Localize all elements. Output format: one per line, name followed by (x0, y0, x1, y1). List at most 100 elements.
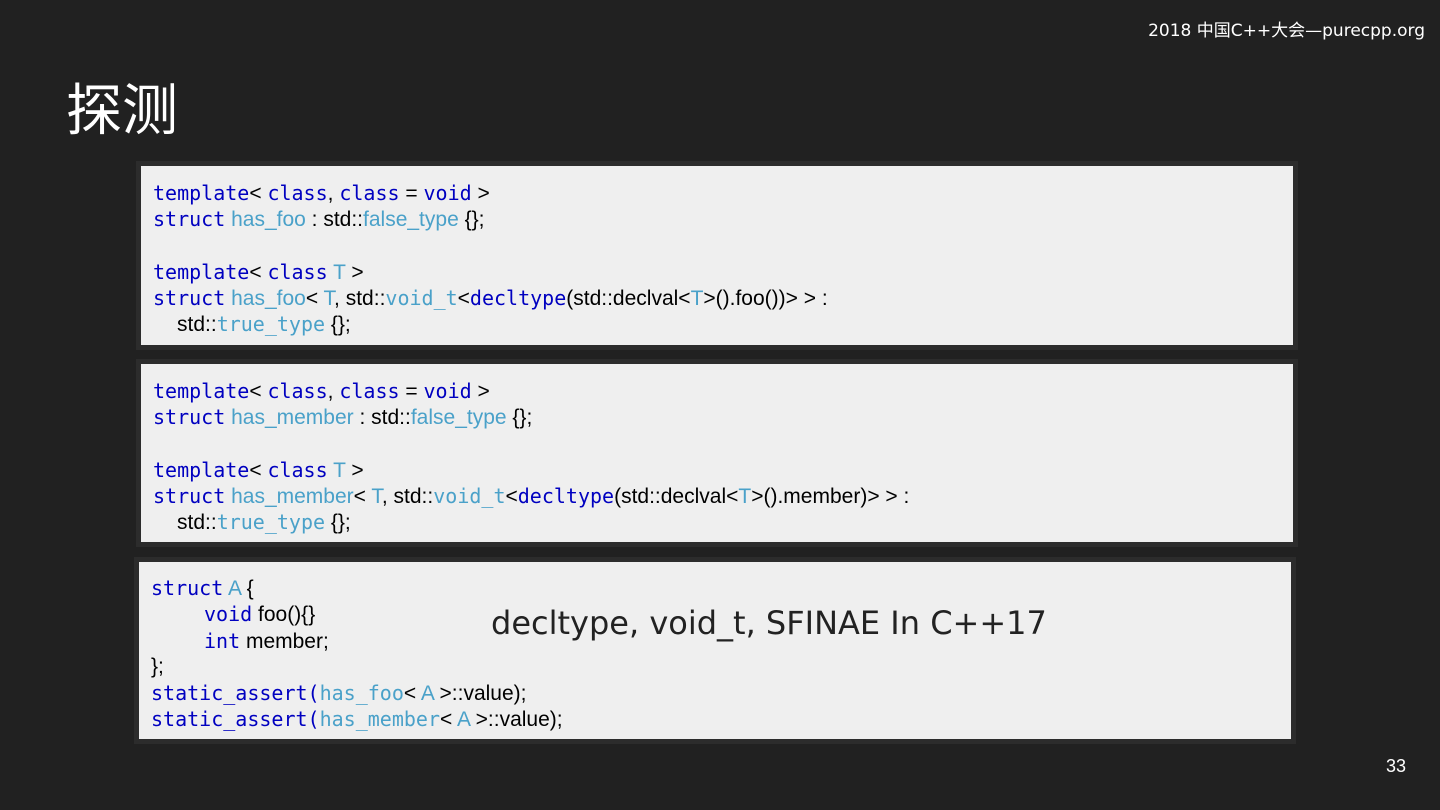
code-text: : std:: (353, 406, 411, 430)
code-line: std::true_type {}; (153, 311, 828, 337)
code-text: >().foo())> > : (703, 287, 828, 311)
keyword: class (267, 181, 328, 205)
code-line: }; (151, 654, 563, 680)
keyword: int (204, 628, 241, 653)
code-text: {}; (506, 406, 533, 430)
code-text: < (440, 708, 457, 732)
code-text: > (471, 380, 490, 403)
code-line: struct has_foo< T, std::void_t<decltype(… (153, 285, 828, 311)
code-text: < (249, 182, 268, 205)
code-text: , std:: (381, 485, 434, 509)
code-line: template< class, class = void > (153, 378, 909, 404)
code-block-has-foo: template< class, class = void > struct h… (136, 161, 1298, 350)
keyword: struct (153, 484, 226, 509)
type-name: has_member (231, 406, 354, 430)
type-name: A (420, 682, 434, 706)
keyword: class (267, 379, 328, 403)
code-text: > (345, 458, 364, 482)
code-text: member; (240, 629, 329, 653)
code-listing: struct A { void foo(){} int member; }; s… (151, 575, 563, 733)
code-text: {}; (325, 313, 351, 337)
code-text: {}; (325, 511, 351, 535)
event-header: 2018 中国C++大会—purecpp.org (1148, 21, 1425, 41)
type-name: T (333, 458, 346, 482)
code-text: (std::declval< (614, 485, 739, 509)
type-name: has_foo (231, 208, 306, 232)
code-caption: decltype, void_t, SFINAE In C++17 (491, 604, 1047, 642)
code-text: std:: (177, 313, 217, 337)
slide-title: 探测 (66, 79, 178, 144)
code-text: , std:: (334, 287, 386, 311)
code-text: { (240, 577, 254, 600)
type-name: has_foo (319, 681, 404, 706)
code-line: struct A { (151, 575, 563, 601)
keyword: struct (151, 576, 224, 600)
type-name: has_foo (231, 287, 306, 311)
type-name: false_type (363, 208, 459, 232)
code-text: >().member)> > : (751, 485, 910, 509)
type-name: true_type (216, 312, 326, 337)
type-name: false_type (410, 406, 507, 430)
code-line: template< class, class = void > (153, 180, 828, 206)
keyword: class (339, 181, 400, 205)
code-text: < (505, 485, 518, 509)
code-text: < (353, 485, 372, 509)
type-name: has_member (319, 707, 440, 732)
code-text: = (399, 182, 424, 205)
keyword: void (423, 379, 472, 403)
keyword: decltype (517, 484, 615, 509)
code-listing: template< class, class = void > struct h… (153, 378, 909, 536)
keyword: struct (153, 207, 226, 232)
type-name: T (738, 485, 752, 509)
code-text: }; (151, 654, 164, 678)
type-name: has_member (231, 485, 354, 509)
code-line: struct has_member< T, std::void_t<declty… (153, 483, 909, 509)
type-name: void_t (433, 484, 506, 509)
keyword: struct (153, 286, 226, 311)
code-text: foo(){} (252, 603, 316, 627)
code-line: template< class T > (153, 457, 909, 483)
keyword: void (423, 181, 472, 205)
type-name: A (227, 577, 241, 600)
type-name: T (323, 287, 335, 311)
code-listing: template< class, class = void > struct h… (153, 180, 828, 338)
type-name: true_type (216, 510, 326, 535)
type-name: T (333, 260, 346, 284)
code-text: >::value); (469, 708, 563, 732)
code-text: : std:: (305, 208, 364, 232)
keyword: static_assert( (151, 681, 320, 706)
keyword: static_assert( (151, 707, 320, 732)
code-text: , (327, 380, 340, 403)
keyword: struct (153, 405, 226, 430)
keyword: template (153, 181, 250, 205)
page-number: 33 (1385, 756, 1406, 776)
keyword: template (153, 457, 250, 482)
code-block-has-member: template< class, class = void > struct h… (136, 359, 1298, 547)
keyword: void (204, 602, 253, 627)
code-line: struct has_foo : std::false_type {}; (153, 206, 828, 232)
code-line: template< class T > (153, 259, 828, 285)
keyword: class (267, 457, 328, 482)
keyword: class (339, 379, 400, 403)
code-text: = (399, 380, 424, 403)
code-line: static_assert(has_member< A >::value); (151, 706, 563, 732)
keyword: class (267, 259, 328, 284)
code-text: < (457, 287, 470, 311)
code-text: < (249, 458, 268, 482)
code-text: , (327, 182, 340, 205)
code-text: > (471, 182, 490, 205)
code-text: > (345, 260, 364, 284)
keyword: template (153, 259, 250, 284)
code-text: < (249, 380, 268, 403)
code-block-usage: struct A { void foo(){} int member; }; s… (134, 557, 1296, 744)
code-line: std::true_type {}; (153, 509, 909, 535)
keyword: template (153, 379, 250, 403)
type-name: T (371, 485, 382, 509)
code-text: < (403, 682, 421, 706)
code-text: < (249, 260, 268, 284)
code-line: static_assert(has_foo< A >::value); (151, 680, 563, 706)
type-name: A (456, 708, 470, 732)
code-line: struct has_member : std::false_type {}; (153, 404, 909, 430)
